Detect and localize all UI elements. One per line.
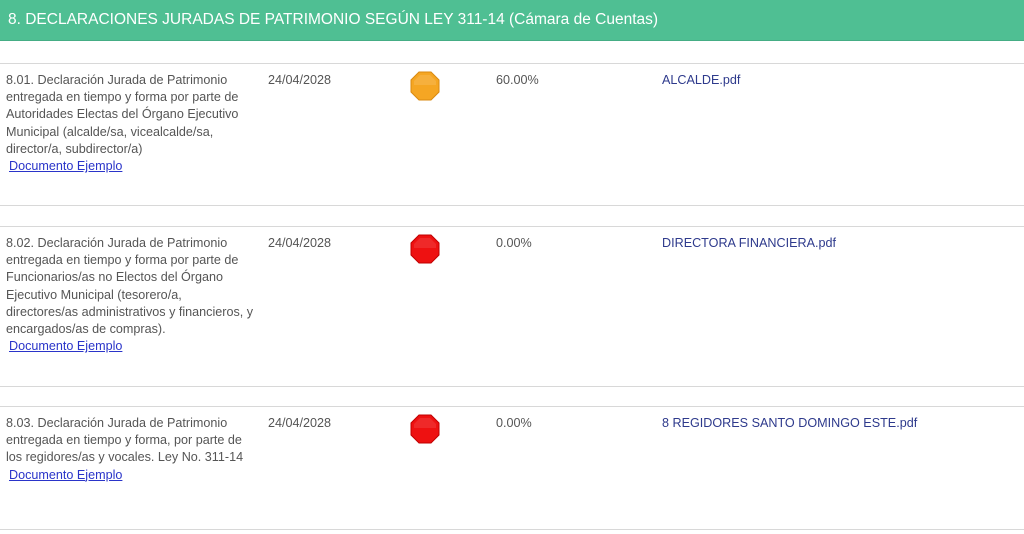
red-octagon-icon — [409, 413, 441, 445]
description-text: 8.02. Declaración Jurada de Patrimonio e… — [6, 236, 254, 337]
orange-octagon-icon — [409, 70, 441, 102]
file-link[interactable]: 8 REGIDORES SANTO DOMINGO ESTE.pdf — [662, 415, 917, 432]
table-row: 8.03. Declaración Jurada de Patrimonio e… — [0, 406, 1024, 530]
row-date: 24/04/2028 — [268, 236, 332, 250]
example-document-link[interactable]: Documento Ejemplo — [9, 467, 122, 484]
table-row: 8.01. Declaración Jurada de Patrimonio e… — [0, 63, 1024, 206]
row-description: 8.03. Declaración Jurada de Patrimonio e… — [6, 415, 256, 484]
example-document-link[interactable]: Documento Ejemplo — [9, 338, 122, 355]
section-title: 8. DECLARACIONES JURADAS DE PATRIMONIO S… — [8, 11, 659, 28]
example-document-link[interactable]: Documento Ejemplo — [9, 158, 122, 175]
table-row: 8.02. Declaración Jurada de Patrimonio e… — [0, 226, 1024, 387]
description-text: 8.01. Declaración Jurada de Patrimonio e… — [6, 73, 239, 156]
section-header: 8. DECLARACIONES JURADAS DE PATRIMONIO S… — [0, 0, 1024, 41]
file-link[interactable]: DIRECTORA FINANCIERA.pdf — [662, 235, 836, 252]
row-percent: 0.00% — [496, 416, 532, 430]
status-octagon-shape — [410, 414, 440, 444]
row-percent: 60.00% — [496, 73, 539, 87]
description-text: 8.03. Declaración Jurada de Patrimonio e… — [6, 416, 244, 465]
row-description: 8.02. Declaración Jurada de Patrimonio e… — [6, 235, 256, 355]
row-date: 24/04/2028 — [268, 73, 332, 87]
status-octagon-shape — [410, 71, 440, 101]
row-description: 8.01. Declaración Jurada de Patrimonio e… — [6, 72, 256, 175]
row-percent: 0.00% — [496, 236, 532, 250]
file-link[interactable]: ALCALDE.pdf — [662, 72, 740, 89]
status-octagon-shape — [410, 234, 440, 264]
red-octagon-icon — [409, 233, 441, 265]
transparency-page: 8. DECLARACIONES JURADAS DE PATRIMONIO S… — [0, 0, 1024, 534]
row-date: 24/04/2028 — [268, 416, 332, 430]
